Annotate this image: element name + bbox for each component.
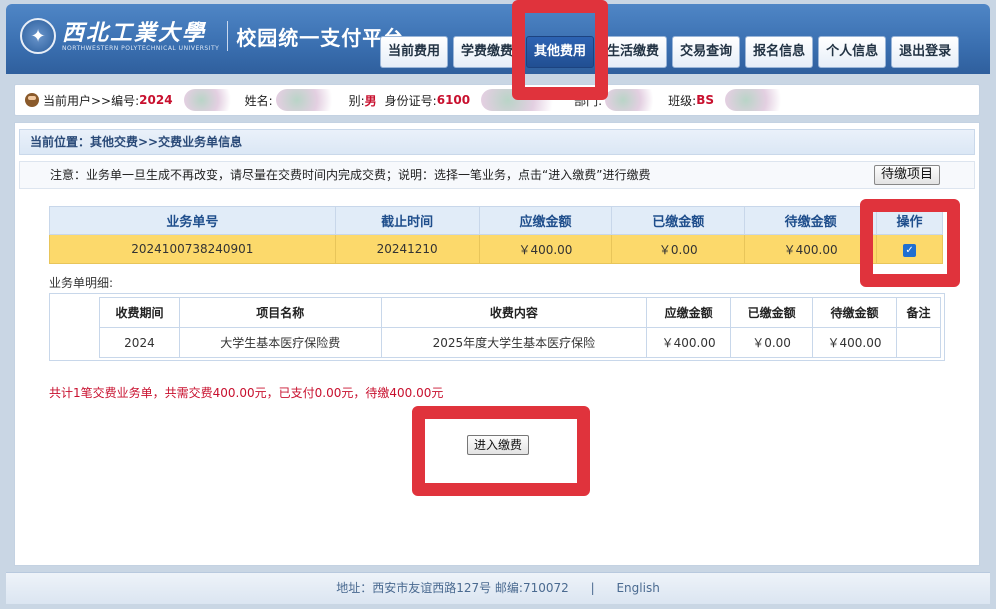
redacted-blur xyxy=(605,89,666,111)
annotation-frame xyxy=(512,0,608,100)
col-due: 应缴金额 xyxy=(646,297,732,328)
due-amount: ￥400.00 xyxy=(646,327,732,358)
nav-current-fees[interactable]: 当前费用 xyxy=(380,36,449,68)
col-paid: 已缴金额 xyxy=(730,297,814,328)
nav-profile[interactable]: 个人信息 xyxy=(818,36,887,68)
user-gender-value: 男 xyxy=(364,93,377,108)
user-info-bar: 当前用户>>编号: 2024 姓名: 别: 男 身份证号: 6100 部门: 班… xyxy=(14,84,980,116)
table-row[interactable]: 2024100738240901 20241210 ￥400.00 ￥0.00 … xyxy=(49,234,943,264)
pending-amount: ￥400.00 xyxy=(812,327,897,358)
nav-living[interactable]: 生活缴费 xyxy=(599,36,668,68)
detail-box: 收费期间 项目名称 收费内容 应缴金额 已缴金额 待缴金额 备注 2024 大学… xyxy=(49,293,945,361)
annotation-frame xyxy=(412,406,590,496)
redacted-blur xyxy=(183,89,242,111)
period: 2024 xyxy=(99,327,180,358)
nav-transactions[interactable]: 交易查询 xyxy=(672,36,741,68)
footer-address: 地址：西安市友谊西路127号 邮编:710072 xyxy=(336,581,569,595)
col-pending: 待缴金额 xyxy=(812,297,897,328)
deadline: 20241210 xyxy=(334,234,480,264)
school-logo: ✦ 西北工業大學 NORTHWESTERN POLYTECHNICAL UNIV… xyxy=(20,18,404,54)
paid-amount: ￥0.00 xyxy=(730,327,814,358)
user-id-label: 当前用户>>编号: xyxy=(43,93,140,108)
paid-amount: ￥0.00 xyxy=(611,234,746,264)
col-remark: 备注 xyxy=(895,297,942,328)
col-order-no: 业务单号 xyxy=(49,206,336,235)
col-deadline: 截止时间 xyxy=(334,206,480,235)
school-name-en: NORTHWESTERN POLYTECHNICAL UNIVERSITY xyxy=(62,44,220,52)
footer-separator: | xyxy=(590,581,595,595)
order-table: 业务单号 截止时间 应缴金额 已缴金额 待缴金额 操作 202410073824… xyxy=(49,206,943,264)
col-paid: 已缴金额 xyxy=(611,206,746,235)
logo-divider xyxy=(227,21,229,51)
notice-bar: 注意：业务单一旦生成不再改变，请尽量在交费时间内完成交费；说明：选择一笔业务，点… xyxy=(19,161,975,189)
pending-items-button[interactable]: 待缴项目 xyxy=(873,165,940,185)
detail-table: 收费期间 项目名称 收费内容 应缴金额 已缴金额 待缴金额 备注 2024 大学… xyxy=(99,297,942,358)
pending-amount: ￥400.00 xyxy=(744,234,878,264)
col-pending: 待缴金额 xyxy=(744,206,878,235)
content: 2025年度大学生基本医疗保险 xyxy=(380,327,648,358)
redacted-blur xyxy=(275,89,346,111)
detail-table-header: 收费期间 项目名称 收费内容 应缴金额 已缴金额 待缴金额 备注 xyxy=(99,297,942,328)
user-class-label: 班级: xyxy=(668,93,697,108)
due-amount: ￥400.00 xyxy=(478,234,613,264)
language-link[interactable]: English xyxy=(616,581,659,595)
school-name: 西北工業大學 NORTHWESTERN POLYTECHNICAL UNIVER… xyxy=(62,21,219,52)
user-gender-label: 别: xyxy=(348,93,365,108)
nav-registration[interactable]: 报名信息 xyxy=(745,36,814,68)
table-row: 2024 大学生基本医疗保险费 2025年度大学生基本医疗保险 ￥400.00 … xyxy=(99,327,942,358)
item-name: 大学生基本医疗保险费 xyxy=(178,327,382,358)
order-no: 2024100738240901 xyxy=(49,234,336,264)
user-name-label: 姓名: xyxy=(244,93,273,108)
col-due: 应缴金额 xyxy=(478,206,613,235)
school-seal-icon: ✦ xyxy=(20,18,56,54)
user-idcard-label: 身份证号: xyxy=(384,93,437,108)
col-period: 收费期间 xyxy=(99,297,180,328)
annotation-frame xyxy=(860,199,960,287)
remark xyxy=(895,327,942,358)
detail-label: 业务单明细: xyxy=(49,276,114,290)
user-idcard-value: 6100 xyxy=(436,93,471,107)
footer: 地址：西安市友谊西路127号 邮编:710072 | English xyxy=(6,572,990,604)
col-item-name: 项目名称 xyxy=(178,297,382,328)
col-content: 收费内容 xyxy=(380,297,648,328)
user-id-value: 2024 xyxy=(139,93,173,107)
breadcrumb: 当前位置：其他交费>>交费业务单信息 xyxy=(19,129,975,155)
user-icon xyxy=(25,93,39,107)
main-panel: 当前位置：其他交费>>交费业务单信息 注意：业务单一旦生成不再改变，请尽量在交费… xyxy=(14,122,980,566)
main-nav: 当前费用 学费缴费 其他费用 生活缴费 交易查询 报名信息 个人信息 退出登录 xyxy=(380,36,964,68)
payment-summary: 共计1笔交费业务单，共需交费400.00元，已支付0.00元，待缴400.00元 xyxy=(49,386,444,400)
order-table-header: 业务单号 截止时间 应缴金额 已缴金额 待缴金额 操作 xyxy=(49,206,943,235)
header-banner: ✦ 西北工業大學 NORTHWESTERN POLYTECHNICAL UNIV… xyxy=(6,4,990,74)
redacted-blur xyxy=(725,89,796,111)
user-class-value: BS xyxy=(696,93,715,107)
nav-tuition[interactable]: 学费缴费 xyxy=(453,36,522,68)
nav-logout[interactable]: 退出登录 xyxy=(891,36,960,68)
school-name-cn: 西北工業大學 xyxy=(62,19,207,46)
notice-text: 注意：业务单一旦生成不再改变，请尽量在交费时间内完成交费；说明：选择一笔业务，点… xyxy=(50,168,651,182)
